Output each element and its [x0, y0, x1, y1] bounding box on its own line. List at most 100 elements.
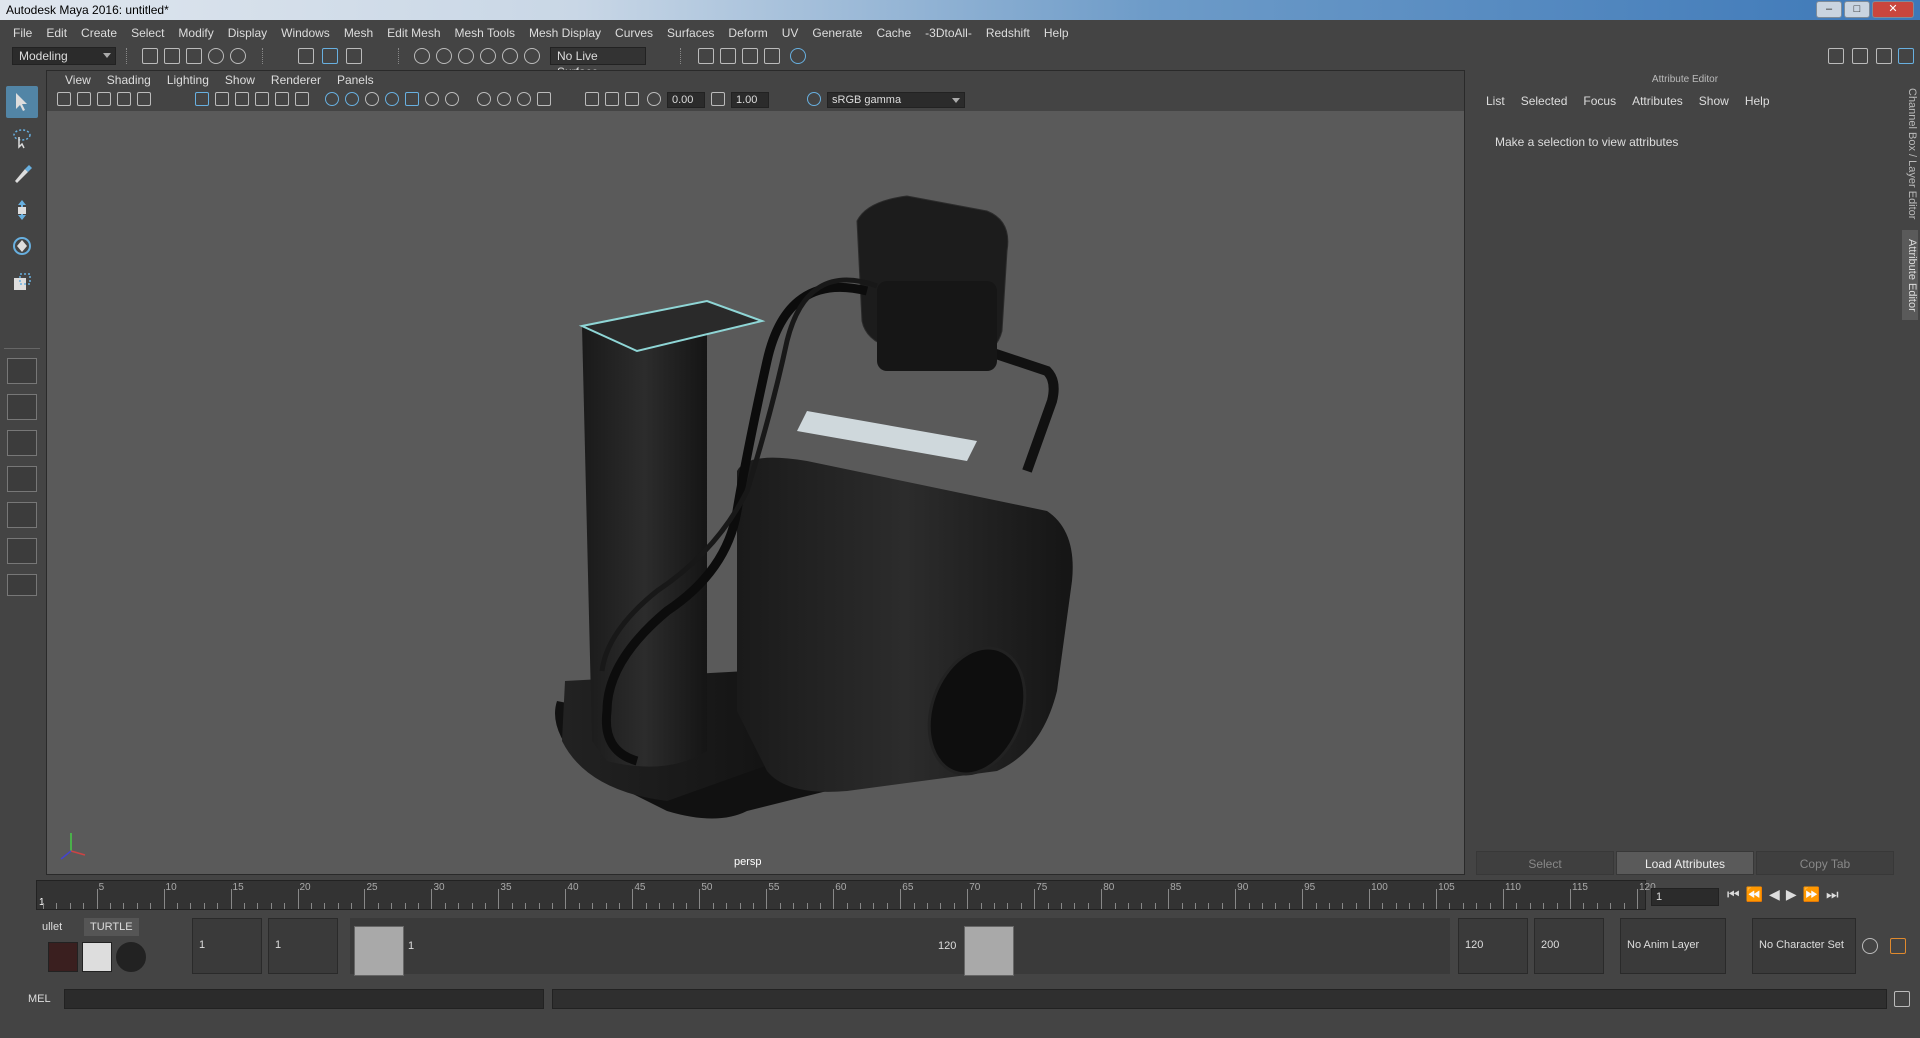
persp-outliner-layout-button[interactable]	[7, 430, 37, 456]
menu-select[interactable]: Select	[124, 26, 171, 40]
menu-modify[interactable]: Modify	[171, 26, 220, 40]
anti-aliasing-icon[interactable]	[445, 92, 459, 106]
single-perspective-layout-button[interactable]	[7, 358, 37, 384]
start-time-field[interactable]: 1	[192, 918, 262, 974]
sphere-shelf-icon[interactable]	[116, 942, 146, 972]
script-editor-icon[interactable]	[1894, 991, 1910, 1007]
menu-curves[interactable]: Curves	[608, 26, 660, 40]
panel-menu-renderer[interactable]: Renderer	[263, 73, 329, 87]
field-chart-icon[interactable]	[275, 92, 289, 106]
ae-menu-list[interactable]: List	[1478, 94, 1513, 108]
move-tool-button[interactable]	[6, 194, 38, 226]
exposure-field[interactable]: 0.00	[667, 92, 705, 108]
maximize-button[interactable]: □	[1844, 1, 1870, 18]
camera-icon[interactable]	[57, 92, 71, 106]
resolution-gate-icon[interactable]	[235, 92, 249, 106]
attribute-editor-tab[interactable]: Attribute Editor	[1902, 230, 1918, 320]
isolate-select-icon[interactable]	[517, 92, 531, 106]
current-frame-field[interactable]: 1	[1651, 888, 1719, 906]
image-plane-icon[interactable]	[117, 92, 131, 106]
render-view-icon[interactable]	[720, 48, 736, 64]
playback-start-field[interactable]: 1	[268, 918, 338, 974]
grid-icon[interactable]	[195, 92, 209, 106]
command-input[interactable]	[64, 989, 544, 1009]
panel-menu-show[interactable]: Show	[217, 73, 263, 87]
minimize-button[interactable]: –	[1816, 1, 1842, 18]
channel-box-tab[interactable]: Channel Box / Layer Editor	[1902, 84, 1918, 224]
snap-point-icon[interactable]	[458, 48, 474, 64]
play-backward-button[interactable]: ◀	[1769, 886, 1780, 903]
menu-uv[interactable]: UV	[775, 26, 806, 40]
menu-surfaces[interactable]: Surfaces	[660, 26, 721, 40]
shelf-tab-bullet[interactable]: ullet	[36, 918, 68, 936]
xray-joints-icon[interactable]	[497, 92, 511, 106]
live-surface-field[interactable]: No Live Surface	[550, 47, 646, 79]
ae-menu-attributes[interactable]: Attributes	[1624, 94, 1691, 108]
playback-end-field[interactable]: 120	[1458, 918, 1528, 974]
animation-preferences-icon[interactable]	[1890, 938, 1906, 954]
menu-display[interactable]: Display	[221, 26, 274, 40]
step-back-button[interactable]: ⏪	[1746, 886, 1763, 903]
menu-mesh-display[interactable]: Mesh Display	[522, 26, 608, 40]
snap-grid-icon[interactable]	[414, 48, 430, 64]
snap-curve-icon[interactable]	[436, 48, 452, 64]
shadows-icon[interactable]	[405, 92, 419, 106]
make-live-icon[interactable]	[524, 48, 540, 64]
range-start-handle[interactable]	[354, 926, 404, 976]
menu-help[interactable]: Help	[1037, 26, 1076, 40]
hypershade-layout-button[interactable]	[7, 502, 37, 528]
time-slider-track[interactable]: 1 5 10 15 20 25 30 35 40 45 50 55 60 65 70 75 80 85 90 95 1…	[36, 880, 1656, 910]
auto-key-icon[interactable]	[1862, 938, 1878, 954]
gate-mask-icon[interactable]	[255, 92, 269, 106]
go-to-start-button[interactable]: ⏮	[1727, 886, 1740, 903]
ipr-render-icon[interactable]	[742, 48, 758, 64]
isolate-icon[interactable]	[585, 92, 599, 106]
menu-windows[interactable]: Windows	[274, 26, 337, 40]
bookmark-icon[interactable]	[97, 92, 111, 106]
persp-uv-layout-button[interactable]	[7, 538, 37, 564]
four-view-layout-button[interactable]	[7, 394, 37, 420]
go-to-end-button[interactable]: ⏭	[1826, 886, 1839, 903]
outliner-toggle-icon[interactable]	[1876, 48, 1892, 64]
menu-deform[interactable]: Deform	[721, 26, 774, 40]
xray-active-icon[interactable]	[537, 92, 551, 106]
select-hierarchy-icon[interactable]	[298, 48, 314, 64]
end-time-field[interactable]: 200	[1534, 918, 1604, 974]
color-space-dropdown[interactable]: sRGB gamma	[827, 92, 965, 108]
redo-icon[interactable]	[230, 48, 246, 64]
color-management-icon[interactable]	[807, 92, 821, 106]
panel-menu-shading[interactable]: Shading	[99, 73, 159, 87]
mode-dropdown[interactable]: Modeling	[12, 47, 116, 65]
menu-redshift[interactable]: Redshift	[979, 26, 1037, 40]
panel-menu-view[interactable]: View	[57, 73, 99, 87]
copy-tab-button[interactable]: Copy Tab	[1756, 851, 1894, 875]
character-set-dropdown[interactable]: No Character Set	[1752, 918, 1856, 974]
ae-menu-help[interactable]: Help	[1737, 94, 1778, 108]
shelf-tab-turtle[interactable]: TURTLE	[84, 918, 139, 936]
human-ik-icon[interactable]	[1852, 48, 1868, 64]
menu-mesh-tools[interactable]: Mesh Tools	[448, 26, 522, 40]
scale-tool-button[interactable]	[6, 266, 38, 298]
snap-surface-icon[interactable]	[502, 48, 518, 64]
anim-layer-dropdown[interactable]: No Anim Layer	[1620, 918, 1726, 974]
safe-action-icon[interactable]	[295, 92, 309, 106]
gamma-field[interactable]: 1.00	[731, 92, 769, 108]
paint-select-tool-button[interactable]	[6, 158, 38, 190]
camera-attributes-icon[interactable]	[77, 92, 91, 106]
2d-pan-zoom-icon[interactable]	[137, 92, 151, 106]
ambient-occlusion-icon[interactable]	[425, 92, 439, 106]
frame-all-icon[interactable]	[605, 92, 619, 106]
panel-menu-lighting[interactable]: Lighting	[159, 73, 217, 87]
render-frame-icon[interactable]	[698, 48, 714, 64]
load-attributes-button[interactable]: Load Attributes	[1616, 851, 1754, 875]
film-gate-icon[interactable]	[215, 92, 229, 106]
hypershade-icon[interactable]	[790, 48, 806, 64]
ae-menu-focus[interactable]: Focus	[1575, 94, 1624, 108]
persp-graph-layout-button[interactable]	[7, 466, 37, 492]
select-object-icon[interactable]	[322, 48, 338, 64]
select-component-icon[interactable]	[346, 48, 362, 64]
menu-create[interactable]: Create	[74, 26, 124, 40]
range-end-handle[interactable]	[964, 926, 1014, 976]
textured-icon[interactable]	[365, 92, 379, 106]
material-shelf-icon[interactable]	[82, 942, 112, 972]
